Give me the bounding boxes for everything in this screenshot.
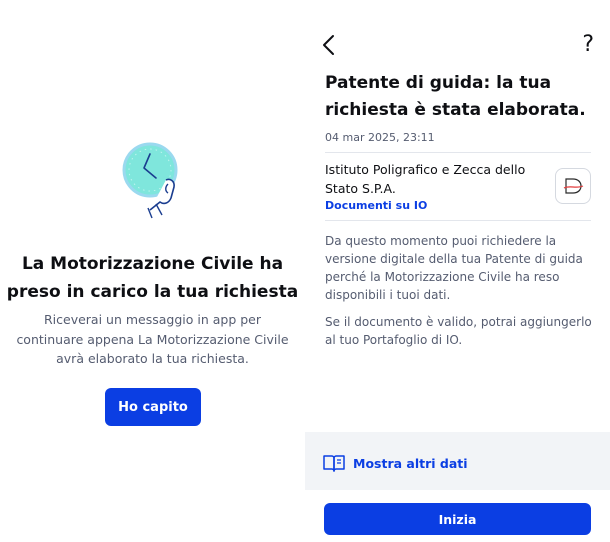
confirmation-title: La Motorizzazione Civile ha preso in car…: [6, 254, 299, 302]
sender-logo: [555, 168, 591, 204]
message-paragraph: Se il documento è valido, potrai aggiung…: [325, 315, 592, 347]
show-more-data-label: Mostra altri dati: [353, 455, 468, 471]
message-title: Patente di guida: la tua richiesta è sta…: [325, 73, 586, 120]
ho-capito-button[interactable]: Ho capito: [105, 388, 201, 426]
message-body: Da questo momento puoi richiedere la ver…: [325, 232, 593, 358]
divider: [325, 220, 591, 221]
clock-hand-icon: [122, 142, 178, 219]
bottom-action-area: Inizia: [305, 490, 610, 542]
show-more-data-link[interactable]: Mostra altri dati: [323, 454, 468, 472]
confirmation-screen: La Motorizzazione Civile ha preso in car…: [0, 0, 305, 542]
top-bar: ?: [305, 0, 610, 64]
message-date: 04 mar 2025, 23:11: [325, 131, 435, 144]
ipzs-logo-icon: [563, 178, 584, 194]
message-detail-screen: ? Patente di guida: la tua richiesta è s…: [305, 0, 610, 542]
start-button[interactable]: Inizia: [324, 503, 591, 535]
help-icon[interactable]: ?: [582, 32, 594, 58]
sender-service-link[interactable]: Documenti su IO: [325, 199, 427, 212]
confirmation-body: Riceverai un messaggio in app per contin…: [16, 312, 289, 366]
message-paragraph: Da questo momento puoi richiedere la ver…: [325, 234, 583, 302]
book-icon: [323, 455, 345, 472]
back-arrow-icon[interactable]: [321, 34, 337, 56]
divider: [325, 152, 591, 153]
sender-name: Istituto Poligrafico e Zecca dello Stato…: [325, 162, 526, 196]
